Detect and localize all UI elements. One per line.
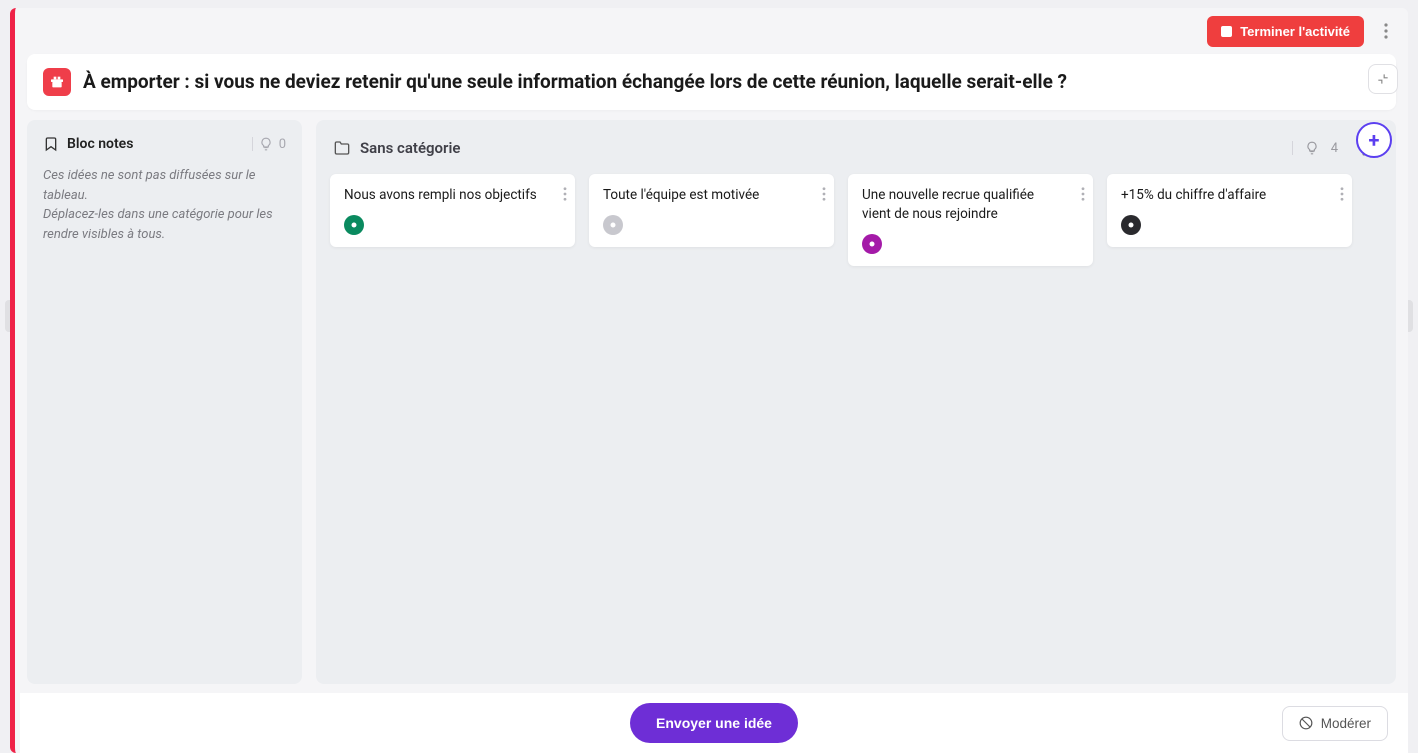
notepad-help-line1: Ces idées ne sont pas diffusées sur le t… [43, 166, 286, 205]
notepad-count: 0 [252, 137, 286, 152]
avatar [603, 215, 623, 235]
add-category-button[interactable]: + [1356, 122, 1392, 158]
card-more-button[interactable] [1081, 186, 1085, 205]
notepad-help-line2: Déplacez-les dans une catégorie pour les… [43, 205, 286, 244]
notepad-count-value: 0 [279, 137, 286, 152]
folder-icon [334, 140, 350, 156]
activity-title-card: À emporter : si vous ne deviez retenir q… [27, 54, 1396, 110]
notepad-help-text: Ces idées ne sont pas diffusées sur le t… [43, 166, 286, 244]
bulb-icon [259, 137, 273, 151]
end-activity-button[interactable]: Terminer l'activité [1207, 16, 1364, 47]
category-header: Sans catégorie 4 [330, 134, 1382, 174]
card-more-button[interactable] [822, 186, 826, 205]
category-count: 4 [1331, 141, 1338, 156]
app-frame: Terminer l'activité À emporter : si vous… [0, 0, 1418, 753]
idea-card[interactable]: Toute l'équipe est motivée [589, 174, 834, 247]
separator [252, 137, 253, 151]
idea-text: Nous avons rempli nos objectifs [344, 186, 563, 205]
category-title: Sans catégorie [360, 139, 460, 157]
notepad-panel: Bloc notes 0 Ces idées ne sont pas diffu… [27, 120, 302, 684]
notepad-header: Bloc notes 0 [43, 136, 286, 152]
idea-text: +15% du chiffre d'affaire [1121, 186, 1340, 205]
top-bar: Terminer l'activité [15, 8, 1408, 54]
topbar-more-button[interactable] [1372, 17, 1400, 45]
activity-title: À emporter : si vous ne deviez retenir q… [83, 70, 1380, 95]
activity-icon [43, 68, 71, 96]
idea-text: Une nouvelle recrue qualifiée vient de n… [862, 186, 1081, 224]
category-panel: Sans catégorie 4 Nous avons rempli nos o… [316, 120, 1396, 684]
avatar [1121, 215, 1141, 235]
send-idea-label: Envoyer une idée [656, 715, 772, 731]
bookmark-icon [43, 136, 59, 152]
avatar [862, 234, 882, 254]
cards-row: Nous avons rempli nos objectifs Toute l'… [330, 174, 1382, 266]
bulb-icon [1305, 141, 1319, 155]
content-row: Bloc notes 0 Ces idées ne sont pas diffu… [15, 110, 1408, 684]
bottom-bar: Envoyer une idée Modérer [20, 693, 1408, 753]
idea-card[interactable]: +15% du chiffre d'affaire [1107, 174, 1352, 247]
separator [1292, 141, 1293, 155]
end-activity-label: Terminer l'activité [1240, 24, 1350, 39]
idea-text: Toute l'équipe est motivée [603, 186, 822, 205]
stop-icon [1221, 26, 1232, 37]
notepad-title: Bloc notes [67, 136, 133, 152]
block-icon [1299, 716, 1313, 730]
idea-card[interactable]: Nous avons rempli nos objectifs [330, 174, 575, 247]
collapse-button[interactable] [1368, 64, 1398, 94]
send-idea-button[interactable]: Envoyer une idée [630, 703, 798, 743]
card-more-button[interactable] [563, 186, 567, 205]
idea-card[interactable]: Une nouvelle recrue qualifiée vient de n… [848, 174, 1093, 266]
activity-panel: Terminer l'activité À emporter : si vous… [10, 8, 1408, 753]
card-more-button[interactable] [1340, 186, 1344, 205]
moderate-label: Modérer [1321, 716, 1371, 731]
avatar [344, 215, 364, 235]
moderate-button[interactable]: Modérer [1282, 706, 1388, 741]
